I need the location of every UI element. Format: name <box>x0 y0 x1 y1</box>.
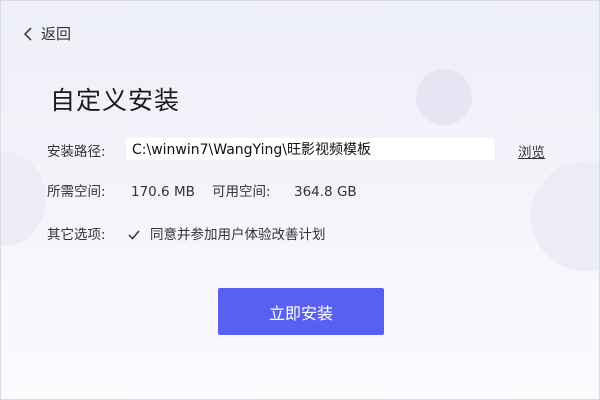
ux-program-label: 同意并参加用户体验改善计划 <box>150 227 326 243</box>
install-now-button[interactable]: 立即安装 <box>218 288 384 335</box>
install-path-label: 安装路径: <box>47 144 106 160</box>
browse-link[interactable]: 浏览 <box>518 141 545 161</box>
decorative-circle <box>531 161 599 271</box>
options-row: 其它选项: 同意并参加用户体验改善计划 <box>47 224 447 246</box>
back-button[interactable]: 返回 <box>23 23 71 44</box>
install-path-input[interactable]: C:\winwin7\WangYing\旺影视频模板 <box>126 138 494 160</box>
options-label: 其它选项: <box>47 227 106 243</box>
available-space-value: 364.8 GB <box>294 184 357 200</box>
page-title: 自定义安装 <box>50 86 181 115</box>
decorative-circle <box>1 151 46 246</box>
decorative-circle <box>416 69 472 125</box>
required-space-label: 所需空间: <box>47 184 106 200</box>
available-space-label: 可用空间: <box>212 184 271 200</box>
chevron-left-icon <box>23 26 33 41</box>
installer-window: 返回 自定义安装 安装路径: C:\winwin7\WangYing\旺影视频模… <box>0 0 600 400</box>
space-row: 所需空间: 170.6 MB 可用空间: 364.8 GB <box>47 181 447 203</box>
checkmark-icon <box>128 230 140 240</box>
back-label: 返回 <box>41 25 72 43</box>
ux-program-checkbox[interactable] <box>127 228 141 242</box>
install-path-row: 安装路径: <box>47 139 131 161</box>
required-space-value: 170.6 MB <box>131 184 195 200</box>
